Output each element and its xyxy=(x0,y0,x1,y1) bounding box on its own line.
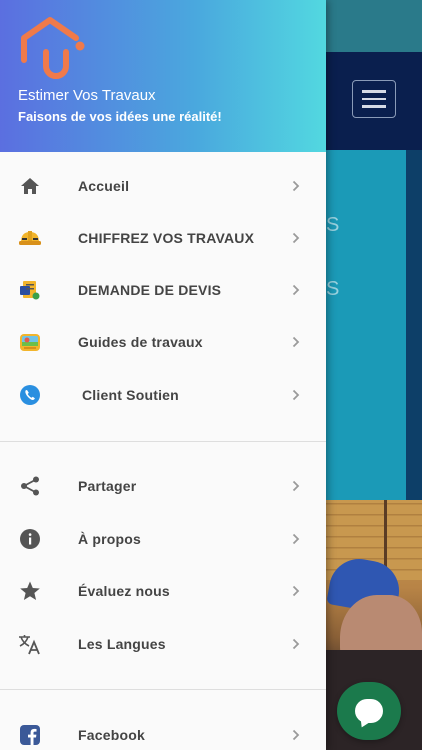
menu-item-accueil[interactable]: Accueil xyxy=(0,160,326,212)
menu-item-label: CHIFFREZ VOS TRAVAUX xyxy=(78,230,255,246)
menu-item-a-propos[interactable]: À propos xyxy=(0,513,326,565)
hamburger-line-icon xyxy=(362,90,386,93)
chevron-right-icon xyxy=(291,180,301,192)
menu-item-label: Accueil xyxy=(78,178,130,194)
menu-item-label: Client Soutien xyxy=(82,387,179,403)
chevron-right-icon xyxy=(291,533,301,545)
menu-item-partager[interactable]: Partager xyxy=(0,460,326,512)
menu-item-guides[interactable]: Guides de travaux xyxy=(0,316,326,368)
translate-icon xyxy=(18,632,42,656)
menu-divider xyxy=(0,689,326,690)
menu-item-client-soutien[interactable]: Client Soutien xyxy=(0,369,326,421)
background-hero-text: S xyxy=(326,214,341,236)
menu-item-demande-devis[interactable]: DEMANDE DE DEVIS xyxy=(0,264,326,316)
menu-item-label: Guides de travaux xyxy=(78,334,203,350)
chevron-right-icon xyxy=(291,232,301,244)
menu-item-evaluez[interactable]: Évaluez nous xyxy=(0,565,326,617)
menu-item-langues[interactable]: Les Langues xyxy=(0,618,326,670)
menu-item-facebook[interactable]: Facebook xyxy=(0,709,326,750)
hamburger-line-icon xyxy=(362,105,386,108)
chevron-right-icon xyxy=(291,284,301,296)
facebook-icon xyxy=(18,723,42,747)
star-icon xyxy=(18,579,42,603)
chevron-right-icon xyxy=(291,336,301,348)
house-logo-icon xyxy=(21,17,85,79)
guides-icon xyxy=(18,330,42,354)
chevron-right-icon xyxy=(291,480,301,492)
menu-item-chiffrez[interactable]: CHIFFREZ VOS TRAVAUX xyxy=(0,212,326,264)
chevron-right-icon xyxy=(291,389,301,401)
menu-item-label: DEMANDE DE DEVIS xyxy=(78,282,222,298)
menu-item-label: À propos xyxy=(78,531,142,547)
chevron-right-icon xyxy=(291,638,301,650)
share-icon xyxy=(18,474,42,498)
app-subtitle: Faisons de vos idées une réalité! xyxy=(18,109,222,124)
background-stripe xyxy=(406,150,422,500)
hard-hat-icon xyxy=(18,226,42,250)
chevron-right-icon xyxy=(291,729,301,741)
menu-item-label: Les Langues xyxy=(78,636,166,652)
chat-bubble-icon xyxy=(355,699,383,723)
chevron-right-icon xyxy=(291,585,301,597)
app-title: Estimer Vos Travaux xyxy=(18,87,156,104)
info-icon xyxy=(18,527,42,551)
menu-item-label: Facebook xyxy=(78,727,145,743)
background-hero-text: S xyxy=(326,278,341,300)
hamburger-line-icon xyxy=(362,97,386,101)
menu-divider xyxy=(0,441,326,442)
menu-item-label: Évaluez nous xyxy=(78,583,170,599)
hamburger-menu-button[interactable] xyxy=(352,80,396,118)
drawer-header: Estimer Vos Travaux Faisons de vos idées… xyxy=(0,0,326,152)
quote-document-icon xyxy=(18,278,42,302)
phone-icon xyxy=(18,383,42,407)
chat-button[interactable] xyxy=(337,682,401,740)
menu-item-label: Partager xyxy=(78,478,137,494)
home-icon xyxy=(18,174,42,198)
navigation-drawer: Estimer Vos Travaux Faisons de vos idées… xyxy=(0,0,326,750)
